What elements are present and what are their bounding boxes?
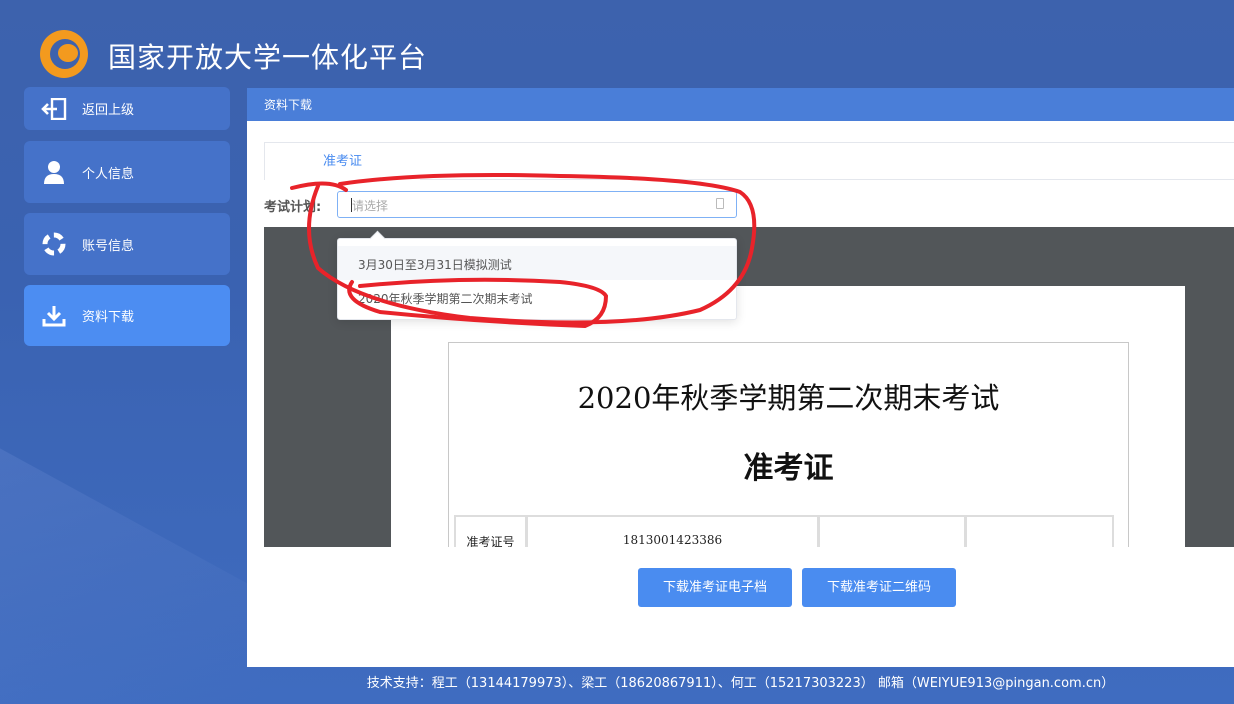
text-cursor: [351, 198, 352, 212]
preview-frame: 2020年秋季学期第二次期末考试 准考证 准考证号 1813001423386: [448, 342, 1129, 547]
sidebar-item-label: 资料下载: [82, 310, 135, 325]
exam-plan-select[interactable]: 请选择: [337, 191, 737, 218]
user-icon: [40, 158, 68, 186]
tab-bar: 准考证: [264, 142, 1234, 180]
download-qrcode-button[interactable]: 下载准考证二维码: [802, 568, 956, 607]
dropdown-option[interactable]: 2020年秋季学期第二次期末考试: [338, 280, 736, 315]
exam-plan-label: 考试计划:: [264, 200, 322, 215]
table-cell-empty: [967, 517, 1112, 547]
exam-plan-placeholder: 请选择: [352, 199, 389, 213]
sidebar-item-label: 返回上级: [82, 103, 135, 118]
document-title: 2020年秋季学期第二次期末考试: [577, 381, 1000, 415]
background-decoration: [0, 448, 260, 704]
sidebar-item-account[interactable]: 账号信息: [24, 213, 230, 275]
sidebar-item-profile[interactable]: 个人信息: [24, 141, 230, 203]
panel-heading: 资料下载: [247, 88, 1234, 121]
exam-plan-dropdown: 3月30日至3月31日模拟测试 2020年秋季学期第二次期末考试: [337, 238, 737, 320]
ticket-number-value: 1813001423386: [528, 517, 820, 547]
dropdown-option[interactable]: 3月30日至3月31日模拟测试: [338, 246, 736, 280]
sidebar-item-label: 账号信息: [82, 238, 135, 254]
preview-page: 2020年秋季学期第二次期末考试 准考证 准考证号 1813001423386: [391, 286, 1185, 547]
footer-support-info: 技术支持：程工（13144179973）、梁工（18620867911）、何工（…: [366, 676, 1115, 691]
app-title: 国家开放大学一体化平台: [108, 41, 428, 74]
lifebuoy-icon: [40, 230, 68, 258]
chevron-down-icon: [716, 198, 724, 209]
document-subtitle: 准考证: [743, 451, 834, 486]
tab-admission-ticket[interactable]: 准考证: [265, 143, 420, 180]
table-cell-empty: [820, 517, 967, 547]
download-document-button[interactable]: 下载准考证电子档: [638, 568, 792, 607]
sidebar-item-label: 个人信息: [82, 166, 135, 182]
main-panel: 准考证 考试计划: 请选择 2020年秋季学期第二次期末考试 准考证 准考证号 …: [247, 121, 1234, 667]
university-logo-icon: [40, 30, 88, 78]
ticket-table: 准考证号 1813001423386: [454, 515, 1114, 547]
back-arrow-icon: [40, 95, 68, 123]
app-header: 国家开放大学一体化平台: [0, 0, 1234, 88]
sidebar-item-back[interactable]: 返回上级: [24, 87, 230, 130]
ticket-number-label: 准考证号: [456, 517, 528, 547]
download-icon: [40, 302, 68, 330]
sidebar-item-downloads[interactable]: 资料下载: [24, 285, 230, 346]
